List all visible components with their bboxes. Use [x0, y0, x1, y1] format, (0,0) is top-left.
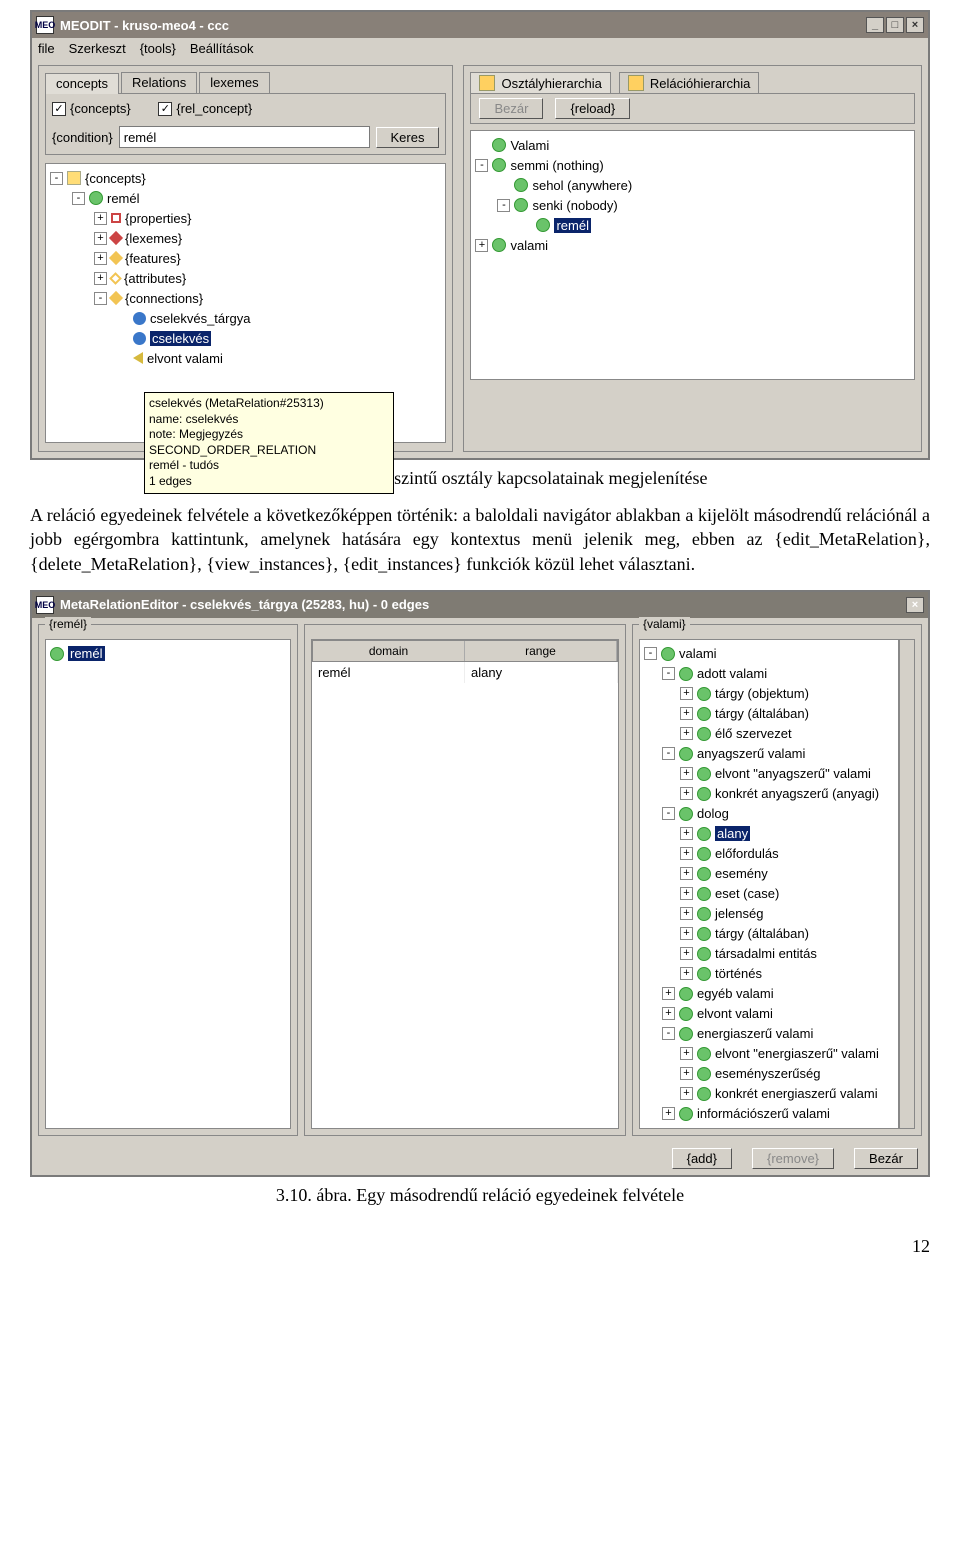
mapping-row[interactable]: remél alany	[312, 662, 618, 683]
tree-node[interactable]: +{features}	[94, 248, 441, 268]
class-hierarchy-tree[interactable]: Valami-semmi (nothing)sehol (anywhere)-s…	[470, 130, 915, 380]
domain-list[interactable]: remél	[45, 639, 291, 1129]
tree-node[interactable]: +tárgy (általában)	[680, 924, 894, 944]
menu-file[interactable]: file	[38, 41, 55, 56]
tree-node[interactable]: +társadalmi entitás	[680, 944, 894, 964]
close-button[interactable]: ×	[906, 17, 924, 33]
figure-caption-2: 3.10. ábra. Egy másodrendű reláció egyed…	[30, 1185, 930, 1206]
col-range: range	[465, 641, 617, 661]
tree-node[interactable]: +esemény	[680, 864, 894, 884]
tree-node[interactable]: cselekvés	[116, 328, 441, 348]
tab-concepts[interactable]: concepts	[45, 73, 119, 94]
mapping-panel: . domain range remél alany	[304, 624, 626, 1136]
tab-relation-hierarchy[interactable]: Relációhierarchia	[619, 72, 759, 93]
tree-node[interactable]: -{concepts}	[50, 168, 441, 188]
tree-node[interactable]: -energiaszerű valami	[662, 1024, 894, 1044]
app-icon-2: MEO	[36, 596, 54, 614]
tree-node[interactable]: +eseményszerűség	[680, 1064, 894, 1084]
tree-node[interactable]: +alany	[680, 824, 894, 844]
tree-node[interactable]: +élő szervezet	[680, 724, 894, 744]
tree-node[interactable]: +valami	[475, 235, 910, 255]
tree-node[interactable]: -semmi (nothing)	[475, 155, 910, 175]
tree-node[interactable]: +konkrét anyagszerű (anyagi)	[680, 784, 894, 804]
hierarchy-icon	[628, 75, 644, 91]
right-pane: Osztályhierarchia Relációhierarchia Bezá…	[463, 65, 922, 452]
tree-node[interactable]: +információszerű valami	[662, 1104, 894, 1124]
chk-concepts[interactable]: ✓{concepts}	[52, 101, 131, 116]
range-panel: {valami} -valami-adott valami+tárgy (obj…	[632, 624, 922, 1136]
search-button[interactable]: Keres	[376, 127, 440, 148]
left-pane: concepts Relations lexemes ✓{concepts} ✓…	[38, 65, 453, 452]
metarelation-editor-window: MEO MetaRelationEditor - cselekvés_tárgy…	[30, 590, 930, 1177]
tree-node[interactable]: +elvont valami	[662, 1004, 894, 1024]
condition-input[interactable]	[119, 126, 370, 148]
range-tree[interactable]: -valami-adott valami+tárgy (objektum)+tá…	[639, 639, 899, 1129]
tab-relations[interactable]: Relations	[121, 72, 197, 93]
tree-node[interactable]: -adott valami	[662, 664, 894, 684]
tree-node[interactable]: +eset (case)	[680, 884, 894, 904]
domain-item[interactable]: remél	[68, 646, 105, 661]
page-number: 12	[30, 1236, 930, 1257]
menu-settings[interactable]: Beállítások	[190, 41, 254, 56]
remove-button[interactable]: {remove}	[752, 1148, 834, 1169]
tree-node[interactable]: Valami	[475, 135, 910, 155]
tree-node[interactable]: cselekvés_tárgya	[116, 308, 441, 328]
close-editor-button[interactable]: Bezár	[854, 1148, 918, 1169]
tooltip: cselekvés (MetaRelation#25313)name: csel…	[144, 392, 394, 494]
col-domain: domain	[313, 641, 465, 661]
minimize-button[interactable]: _	[866, 17, 884, 33]
tab-lexemes[interactable]: lexemes	[199, 72, 269, 93]
menu-bar: file Szerkeszt {tools} Beállítások	[32, 38, 928, 59]
hierarchy-icon	[479, 75, 495, 91]
menu-edit[interactable]: Szerkeszt	[69, 41, 126, 56]
chk-rel-concept[interactable]: ✓{rel_concept}	[158, 101, 252, 116]
tree-node[interactable]: elvont valami	[116, 348, 441, 368]
tree-node[interactable]: +történés	[680, 964, 894, 984]
tree-node[interactable]: sehol (anywhere)	[497, 175, 910, 195]
tree-node[interactable]: +tárgy (objektum)	[680, 684, 894, 704]
tree-node[interactable]: +jelenség	[680, 904, 894, 924]
titlebar-2: MEO MetaRelationEditor - cselekvés_tárgy…	[32, 592, 928, 618]
window-title: MEODIT - kruso-meo4 - ccc	[60, 18, 229, 33]
domain-legend: {remél}	[45, 617, 91, 631]
app-icon: MEO	[36, 16, 54, 34]
tree-node[interactable]: +előfordulás	[680, 844, 894, 864]
tree-node[interactable]: -anyagszerű valami	[662, 744, 894, 764]
condition-label: {condition}	[52, 130, 113, 145]
tree-node[interactable]: -remél	[72, 188, 441, 208]
mapping-header: domain range	[312, 640, 618, 662]
tree-node[interactable]: -senki (nobody)	[497, 195, 910, 215]
tree-node[interactable]: +elvont "anyagszerű" valami	[680, 764, 894, 784]
tree-node[interactable]: remél	[519, 215, 910, 235]
scrollbar[interactable]	[899, 639, 915, 1129]
tree-node[interactable]: +konkrét energiaszerű valami	[680, 1084, 894, 1104]
reload-button[interactable]: {reload}	[555, 98, 630, 119]
body-paragraph: A reláció egyedeinek felvétele a követke…	[30, 503, 930, 576]
tree-node[interactable]: -{connections}	[94, 288, 441, 308]
tree-node[interactable]: +{attributes}	[94, 268, 441, 288]
window-title-2: MetaRelationEditor - cselekvés_tárgya (2…	[60, 597, 429, 612]
tree-node[interactable]: +tárgy (általában)	[680, 704, 894, 724]
close-button-2[interactable]: ×	[906, 597, 924, 613]
close-panel-button[interactable]: Bezár	[479, 98, 543, 119]
tree-node[interactable]: -valami	[644, 644, 894, 664]
menu-tools[interactable]: {tools}	[140, 41, 176, 56]
range-legend: {valami}	[639, 617, 690, 631]
tree-node[interactable]: +{lexemes}	[94, 228, 441, 248]
tree-node[interactable]: +egyéb valami	[662, 984, 894, 1004]
domain-panel: {remél} remél	[38, 624, 298, 1136]
concept-tree[interactable]: -{concepts}-remél+{properties}+{lexemes}…	[45, 163, 446, 443]
tree-node[interactable]: -dolog	[662, 804, 894, 824]
tree-node[interactable]: +{properties}	[94, 208, 441, 228]
titlebar: MEO MEODIT - kruso-meo4 - ccc _ □ ×	[32, 12, 928, 38]
node-icon	[50, 647, 64, 661]
maximize-button[interactable]: □	[886, 17, 904, 33]
meodit-window: MEO MEODIT - kruso-meo4 - ccc _ □ × file…	[30, 10, 930, 460]
tree-node[interactable]: +elvont "energiaszerű" valami	[680, 1044, 894, 1064]
add-button[interactable]: {add}	[672, 1148, 732, 1169]
tab-class-hierarchy[interactable]: Osztályhierarchia	[470, 72, 610, 93]
